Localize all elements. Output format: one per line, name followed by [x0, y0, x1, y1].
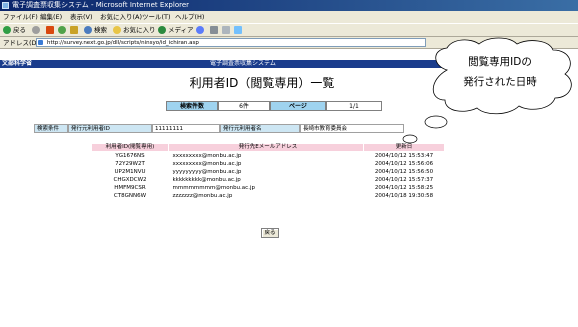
- email-cell: xxxxxxxxx@monbu.ac.jp: [172, 153, 242, 159]
- menu-bar: ファイル(F) 編集(E) 表示(V) お気に入り(A) ツール(T) ヘルプ(…: [0, 11, 578, 23]
- issuer-id-label: 発行元利用者ID: [68, 124, 152, 133]
- updated-cell: 2004/10/12 15:56:50: [374, 169, 434, 175]
- email-cell: zzzzzzz@monbu.ac.jp: [172, 193, 233, 199]
- callout-line-2: 発行された日時: [463, 76, 537, 88]
- table-row: HMFM9CSR mmmmmmmm@monbu.ac.jp 2004/10/12…: [92, 184, 445, 192]
- history-button[interactable]: [196, 24, 206, 37]
- user-id-cell: YG1676NS: [115, 153, 145, 159]
- table-row: UP2M1NVU yyyyyyyyy@monbu.ac.jp 2004/10/1…: [92, 168, 445, 176]
- email-cell: xxxxxxxxx@monbu.ac.jp: [172, 161, 242, 167]
- search-icon: [84, 26, 92, 34]
- address-input[interactable]: http://survey.next.go.jp/dll/scripts/nin…: [36, 38, 426, 47]
- refresh-icon: [58, 26, 66, 34]
- email-cell: kkkkkkkkk@monbu.ac.jp: [172, 177, 241, 183]
- count-value: 6件: [218, 101, 270, 111]
- header-email: 発行先Eメールアドレス: [168, 143, 364, 152]
- menu-edit[interactable]: 編集(E): [40, 11, 62, 23]
- menu-help[interactable]: ヘルプ(H): [175, 11, 204, 23]
- header-bar: 文部科学省 電子調査票収集システム: [0, 60, 480, 68]
- edit-icon: [234, 26, 242, 34]
- search-label: 検索: [94, 26, 107, 34]
- menu-view[interactable]: 表示(V): [70, 11, 93, 23]
- updated-cell: 2004/10/12 15:56:06: [374, 161, 434, 167]
- user-id-table: 利用者ID(閲覧専用) 発行先Eメールアドレス 更新日 YG1676NS xxx…: [91, 143, 445, 200]
- email-cell: yyyyyyyyy@monbu.ac.jp: [172, 169, 242, 175]
- table-header-row: 利用者ID(閲覧専用) 発行先Eメールアドレス 更新日: [91, 143, 445, 152]
- updated-cell: 2004/10/12 15:53:47: [374, 153, 434, 159]
- home-icon: [70, 26, 78, 34]
- user-id-cell: CHGXDCW2: [113, 177, 147, 183]
- media-button[interactable]: メディア: [158, 24, 194, 37]
- updated-cell: 2004/10/12 15:57:37: [374, 177, 434, 183]
- media-icon: [158, 26, 166, 34]
- menu-file[interactable]: ファイル(F): [3, 11, 38, 23]
- favorites-button[interactable]: お気に入り: [113, 24, 156, 37]
- issuer-name-value: 長崎市教育委員会: [300, 124, 404, 133]
- home-button[interactable]: [70, 24, 80, 37]
- user-id-cell: HMFM9CSR: [114, 185, 146, 191]
- search-button[interactable]: 検索: [84, 24, 107, 37]
- callout-text: 閲覧専用IDの 発行された日時: [445, 52, 555, 92]
- favorites-label: お気に入り: [123, 26, 156, 34]
- page-value: 1/1: [326, 101, 382, 111]
- updated-cell: 2004/10/12 15:58:25: [374, 185, 434, 191]
- mail-button[interactable]: [210, 24, 220, 37]
- header-updated: 更新日: [363, 143, 445, 152]
- media-label: メディア: [168, 26, 194, 34]
- stop-button[interactable]: [46, 24, 56, 37]
- print-button[interactable]: [222, 24, 232, 37]
- address-url: http://survey.next.go.jp/dll/scripts/nin…: [47, 40, 199, 46]
- window-title: 電子調査票収集システム - Microsoft Internet Explore…: [12, 1, 190, 9]
- annotation-callout: 閲覧専用IDの 発行された日時: [425, 36, 577, 116]
- callout-line-1: 閲覧専用IDの: [468, 56, 532, 68]
- menu-tools[interactable]: ツール(T): [142, 11, 171, 23]
- back-page-button[interactable]: 戻る: [261, 228, 279, 238]
- conditions-label: 検索条件: [34, 124, 68, 133]
- refresh-button[interactable]: [58, 24, 68, 37]
- user-id-cell: 72Y29W2T: [115, 161, 145, 167]
- table-row: 72Y29W2T xxxxxxxxx@monbu.ac.jp 2004/10/1…: [92, 160, 445, 168]
- system-title: 電子調査票収集システム: [210, 60, 276, 67]
- user-id-cell: UP2M1NVU: [114, 169, 146, 175]
- back-arrow-icon: [3, 26, 11, 34]
- mail-icon: [210, 26, 218, 34]
- back-label: 戻る: [13, 26, 26, 34]
- issuer-id-value: 11111111: [152, 124, 220, 133]
- table-row: CHGXDCW2 kkkkkkkkk@monbu.ac.jp 2004/10/1…: [92, 176, 445, 184]
- edit-button[interactable]: [234, 24, 244, 37]
- page-title-text: 利用者ID（閲覧専用）一覧: [189, 76, 335, 90]
- stop-icon: [46, 26, 54, 34]
- table-row: YG1676NS xxxxxxxxx@monbu.ac.jp 2004/10/1…: [92, 152, 445, 161]
- title-bar: 電子調査票収集システム - Microsoft Internet Explore…: [0, 0, 578, 11]
- toolbar: 戻る 検索 お気に入り メディア: [0, 23, 578, 37]
- page-icon: [38, 40, 43, 45]
- address-label: アドレス(D): [3, 39, 40, 47]
- table-row: CT8GNN6W zzzzzzz@monbu.ac.jp 2004/10/18 …: [92, 192, 445, 200]
- result-summary: 検索件数 6件 ページ 1/1: [166, 101, 382, 111]
- page-label: ページ: [270, 101, 326, 111]
- menu-favorites[interactable]: お気に入り(A): [100, 11, 142, 23]
- ie-icon: [2, 2, 9, 9]
- issuer-name-label: 発行元利用者名: [220, 124, 300, 133]
- forward-arrow-icon: [32, 26, 40, 34]
- forward-button[interactable]: [32, 24, 42, 37]
- updated-cell: 2004/10/18 19:30:58: [374, 193, 434, 199]
- header-user-id: 利用者ID(閲覧専用): [91, 143, 169, 152]
- count-label: 検索件数: [166, 101, 218, 111]
- history-icon: [196, 26, 204, 34]
- print-icon: [222, 26, 230, 34]
- back-button[interactable]: 戻る: [3, 24, 26, 37]
- star-icon: [113, 26, 121, 34]
- user-id-cell: CT8GNN6W: [113, 193, 147, 199]
- ministry-label: 文部科学省: [2, 60, 33, 67]
- email-cell: mmmmmmmm@monbu.ac.jp: [172, 185, 255, 191]
